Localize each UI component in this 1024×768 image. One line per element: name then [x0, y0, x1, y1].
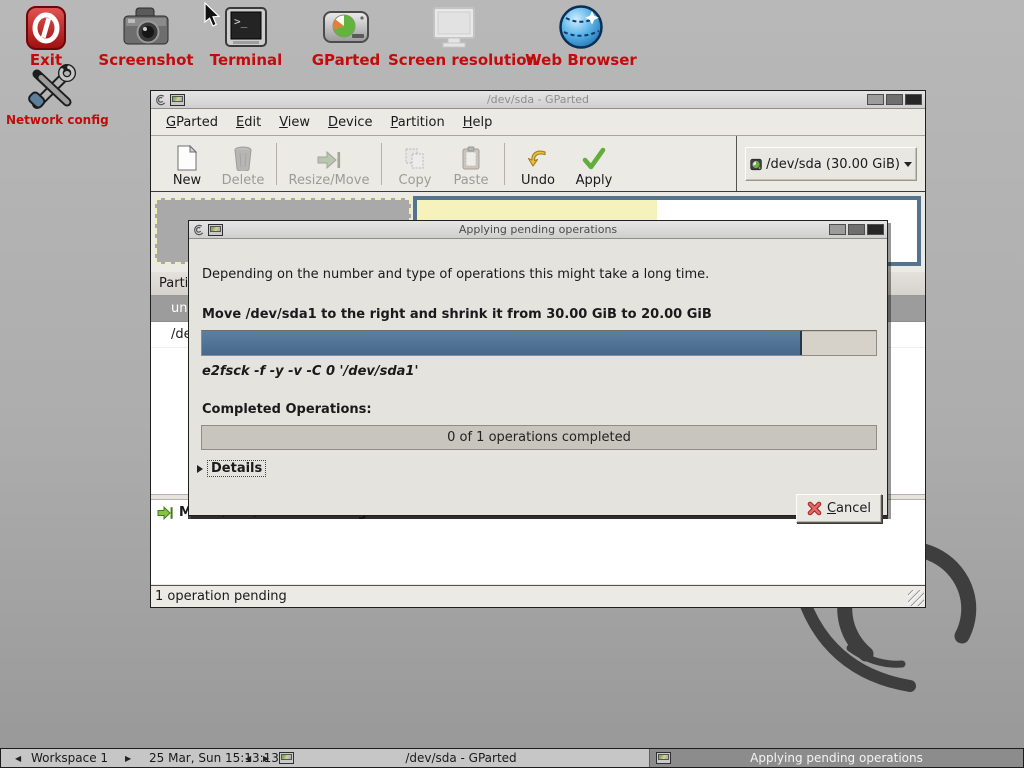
toolbar-separator [276, 142, 277, 185]
window-next-arrow[interactable]: ▶ [263, 749, 269, 767]
mouse-cursor [204, 2, 221, 27]
overall-progress-bar: 0 of 1 operations completed [201, 425, 877, 450]
menu-help[interactable]: Help [454, 111, 502, 134]
cancel-label: Cancel [826, 501, 872, 516]
overall-progress-text: 0 of 1 operations completed [447, 430, 631, 445]
power-icon [8, 2, 84, 50]
paste-button: Paste [443, 140, 499, 188]
taskbar-item-applying-operations[interactable]: Applying pending operations [649, 749, 1023, 767]
tools-icon [6, 62, 94, 112]
new-button[interactable]: New [159, 140, 215, 188]
device-selector[interactable]: /dev/sda (30.00 GiB) [745, 147, 917, 181]
chevron-down-icon [904, 161, 912, 167]
window-prev-arrow[interactable]: ◀ [245, 749, 251, 767]
toolbar-separator [504, 142, 505, 185]
menu-gparted[interactable]: GParted [157, 111, 227, 134]
toolbar: New Delete Resize/Move Copy Paste Undo A… [151, 136, 925, 192]
desktop-icon-label: Web Browser [525, 51, 637, 69]
apply-button[interactable]: Apply [566, 140, 622, 188]
clock: 25 Mar, Sun 15:13:13 [149, 751, 279, 765]
maximize-button[interactable] [848, 224, 865, 235]
apply-icon [581, 145, 607, 171]
undo-button[interactable]: Undo [510, 140, 566, 188]
gparted-titlebar[interactable]: /dev/sda - GParted [151, 91, 925, 109]
applying-operations-dialog: Applying pending operations Depending on… [188, 220, 888, 523]
window-title: /dev/sda - GParted [486, 93, 590, 106]
copy-button: Copy [387, 140, 443, 188]
camera-icon [96, 2, 196, 50]
completed-operations-label: Completed Operations: [202, 402, 372, 417]
desktop-icon-label: Screenshot [98, 51, 194, 69]
paste-icon [461, 145, 481, 171]
minimize-button[interactable] [829, 224, 846, 235]
maximize-button[interactable] [886, 94, 903, 105]
desktop-icon-gparted[interactable]: GParted [296, 2, 396, 69]
current-operation-text: Move /dev/sda1 to the right and shrink i… [202, 307, 712, 322]
desktop-icon-label: GParted [311, 51, 381, 69]
close-button[interactable] [867, 224, 884, 235]
taskbar: ◀ Workspace 1 ▶ 25 Mar, Sun 15:13:13 ◀ ▶… [0, 748, 1024, 768]
delete-button: Delete [215, 140, 271, 188]
svg-text:>_: >_ [234, 15, 248, 28]
details-label: Details [207, 460, 267, 477]
dialog-description: Depending on the number and type of oper… [202, 267, 710, 282]
menu-view[interactable]: View [270, 111, 319, 134]
desktop-icon-screenshot[interactable]: Screenshot [96, 2, 196, 69]
details-expander[interactable]: Details [197, 460, 267, 477]
status-bar: 1 operation pending [151, 585, 925, 607]
desktop-icon-web-browser[interactable]: Web Browser [522, 2, 640, 69]
delete-icon [233, 145, 253, 171]
operation-progress-bar [201, 330, 877, 356]
swirl-icon [194, 224, 204, 235]
dialog-title: Applying pending operations [458, 223, 618, 236]
monitor-icon [388, 2, 520, 50]
cancel-x-icon [807, 501, 822, 516]
toolbar-divider [736, 136, 737, 191]
globe-icon [522, 2, 640, 50]
desktop-icon-label: Terminal [209, 51, 283, 69]
desktop-icon-exit[interactable]: Exit [8, 2, 84, 69]
resize-grip[interactable] [908, 590, 924, 606]
desktop-icon-screen-resolution[interactable]: Screen resolution [388, 2, 538, 69]
menubar: GParted Edit View Device Partition Help [151, 109, 925, 136]
status-text: 1 operation pending [155, 589, 287, 604]
minimize-button[interactable] [867, 94, 884, 105]
taskbar-item-gparted[interactable]: /dev/sda - GParted [273, 749, 649, 767]
new-icon [176, 144, 198, 171]
device-drive-icon [750, 158, 762, 170]
close-button[interactable] [905, 94, 922, 105]
resize-move-button: Resize/Move [282, 140, 376, 188]
resize-move-icon [316, 145, 342, 171]
dialog-titlebar[interactable]: Applying pending operations [189, 221, 887, 239]
workspace-label[interactable]: Workspace 1 [31, 749, 108, 767]
dialog-body: Depending on the number and type of oper… [189, 239, 887, 523]
copy-icon [403, 145, 427, 171]
command-text: e2fsck -f -y -v -C 0 '/dev/sda1' [202, 364, 419, 379]
swirl-icon [156, 94, 166, 105]
workspace-prev-arrow[interactable]: ◀ [15, 749, 21, 767]
pending-arrow-icon [157, 505, 173, 520]
menu-partition[interactable]: Partition [382, 111, 454, 134]
window-icon [208, 223, 223, 236]
desktop: Exit Screenshot >_ Terminal GParted Scre… [0, 0, 1024, 768]
desktop-icon-label: Network config [6, 113, 109, 127]
undo-icon [526, 145, 550, 171]
workspace-next-arrow[interactable]: ▶ [125, 749, 131, 767]
menu-device[interactable]: Device [319, 111, 381, 134]
cancel-button[interactable]: Cancel [796, 494, 882, 523]
desktop-icon-network-config[interactable]: Network config [6, 62, 109, 127]
operation-progress-fill [202, 331, 802, 355]
device-selector-value: /dev/sda (30.00 GiB) [766, 156, 900, 172]
desktop-icon-label: Screen resolution [388, 51, 538, 69]
menu-edit[interactable]: Edit [227, 111, 270, 134]
drive-icon [296, 2, 396, 50]
expander-triangle-icon [197, 464, 203, 473]
window-icon [170, 93, 185, 106]
toolbar-separator [381, 142, 382, 185]
